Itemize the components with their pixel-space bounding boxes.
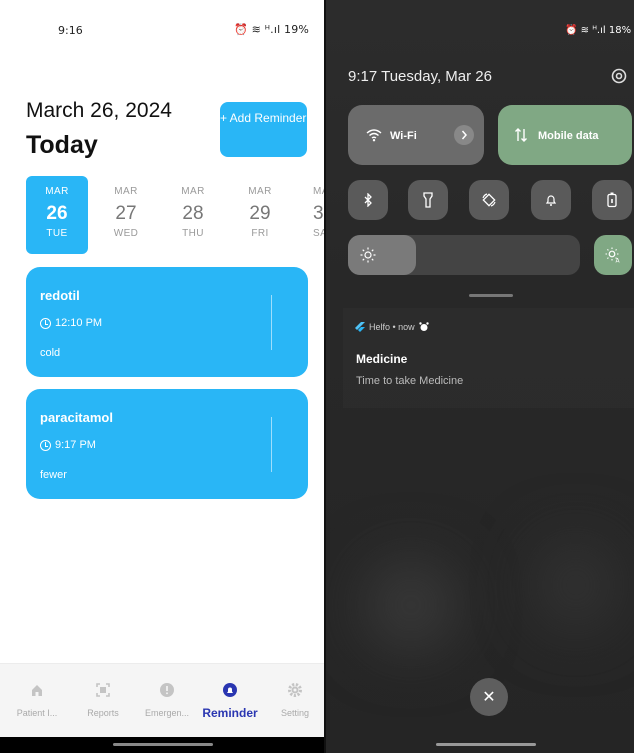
- alarm-icon: [418, 322, 429, 331]
- nav-reminder[interactable]: Reminder: [199, 664, 261, 720]
- nav-label: Patient I...: [16, 708, 58, 718]
- nav-label: Reminder: [202, 706, 258, 720]
- gear-icon: [288, 683, 302, 697]
- date-weekday: TUE: [46, 228, 68, 239]
- notification-body: Time to take Medicine: [356, 375, 464, 387]
- date-strip: MAR 26 TUE MAR 27 WED MAR 28 THU MAR 29 …: [26, 176, 326, 254]
- nav-label: Setting: [280, 708, 310, 718]
- add-reminder-button[interactable]: + Add Reminder: [220, 102, 307, 157]
- reminder-time: 12:10 PM: [40, 317, 102, 329]
- home-indicator[interactable]: [436, 743, 536, 746]
- screen: 9:16 ⏰ ≋ ᴴ.ıl 19% March 26, 2024 Today +…: [0, 0, 634, 753]
- nav-setting[interactable]: Setting: [264, 664, 326, 718]
- quick-settings-datetime: 9:17 Tuesday, Mar 26: [348, 68, 492, 85]
- reminder-card[interactable]: redotil 12:10 PM cold: [26, 267, 308, 377]
- brightness-fill: [348, 235, 416, 275]
- bottom-navigation: Patient I... Reports Emergen... Reminder…: [0, 663, 326, 737]
- sound-toggle[interactable]: [531, 180, 571, 220]
- notification-app-row: Helfo • now: [355, 322, 429, 332]
- auto-rotate-toggle[interactable]: [469, 180, 509, 220]
- clock-icon: [40, 317, 51, 329]
- settings-gear-icon[interactable]: [610, 67, 628, 85]
- battery-icon: [607, 192, 617, 208]
- auto-brightness-toggle[interactable]: A: [594, 235, 632, 275]
- scan-icon: [96, 683, 110, 697]
- reminder-time-text: 9:17 PM: [55, 439, 96, 451]
- notification-app-name: Helfo • now: [369, 322, 415, 332]
- date-day: 26: [46, 203, 68, 224]
- status-icons: ⏰ ≋ ᴴ.ıl 19%: [234, 23, 310, 36]
- bluetooth-icon: [364, 193, 372, 207]
- reminder-note: cold: [40, 347, 61, 359]
- clear-notifications-button[interactable]: ✕: [470, 678, 508, 716]
- battery-saver-toggle[interactable]: [592, 180, 632, 220]
- close-icon: ✕: [482, 689, 496, 706]
- reminder-title: redotil: [40, 288, 80, 303]
- reminder-time-text: 12:10 PM: [55, 317, 103, 329]
- mobile-data-label: Mobile data: [538, 130, 599, 142]
- status-bar: 9:16 ⏰ ≋ ᴴ.ıl 19%: [0, 0, 326, 60]
- wifi-tile[interactable]: Wi-Fi: [348, 105, 484, 165]
- date-month: MAR: [114, 186, 138, 197]
- gesture-bar: [0, 737, 326, 753]
- home-indicator[interactable]: [113, 743, 213, 746]
- date-item-29[interactable]: MAR 29 FRI: [229, 176, 291, 254]
- notification-card[interactable]: Helfo • now Medicine Time to take Medici…: [343, 308, 634, 408]
- date-day: 27: [115, 203, 137, 224]
- flashlight-icon: [423, 192, 433, 208]
- card-divider: [271, 295, 272, 350]
- wifi-icon: [366, 129, 382, 142]
- nav-label: Emergen...: [144, 708, 190, 718]
- home-icon: [32, 685, 42, 696]
- reminder-card[interactable]: paracitamol 9:17 PM fewer: [26, 389, 308, 499]
- status-icons: ⏰ ≋ ᴴ.ıl 18%: [565, 25, 632, 36]
- date-item-26[interactable]: MAR 26 TUE: [26, 176, 88, 254]
- drag-handle[interactable]: [469, 294, 513, 297]
- wallpaper-blur: [536, 540, 616, 630]
- date-day: 28: [182, 203, 204, 224]
- date-weekday: FRI: [251, 228, 269, 239]
- mobile-data-tile[interactable]: Mobile data: [498, 105, 632, 165]
- reminder-title: paracitamol: [40, 410, 113, 425]
- nav-label: Reports: [87, 708, 119, 718]
- nav-reports[interactable]: Reports: [72, 664, 134, 718]
- rotate-icon: [482, 193, 496, 207]
- reminder-app-screen: 9:16 ⏰ ≋ ᴴ.ıl 19% March 26, 2024 Today +…: [0, 0, 326, 753]
- today-heading: Today: [26, 131, 98, 159]
- date-month: MAR: [181, 186, 205, 197]
- sun-icon: [360, 247, 376, 263]
- bell-icon: [545, 195, 557, 206]
- bluetooth-toggle[interactable]: [348, 180, 388, 220]
- wifi-label: Wi-Fi: [390, 130, 417, 142]
- svg-text:A: A: [616, 258, 621, 264]
- date-item-27[interactable]: MAR 27 WED: [95, 176, 157, 254]
- date-day: 29: [249, 203, 271, 224]
- current-date: March 26, 2024: [26, 99, 172, 122]
- status-time: 9:16: [58, 24, 83, 37]
- flutter-app-icon: [355, 322, 365, 332]
- card-divider: [271, 417, 272, 472]
- notification-shade: ⏰ ≋ ᴴ.ıl 18% 9:17 Tuesday, Mar 26 Wi-Fi …: [326, 0, 634, 753]
- mobile-data-icon: [515, 128, 527, 142]
- date-weekday: THU: [182, 228, 204, 239]
- alert-icon: [160, 683, 174, 697]
- wallpaper-blur: [366, 560, 456, 650]
- flashlight-toggle[interactable]: [408, 180, 448, 220]
- nav-emergency[interactable]: Emergen...: [136, 664, 198, 718]
- nav-patient-info[interactable]: Patient I...: [6, 664, 68, 718]
- date-month: MAR: [248, 186, 272, 197]
- notification-title: Medicine: [356, 352, 408, 366]
- chevron-right-icon[interactable]: [454, 125, 474, 145]
- bell-icon: [223, 683, 237, 697]
- date-month: MAR: [45, 186, 69, 197]
- auto-brightness-icon: A: [605, 247, 621, 263]
- date-item-28[interactable]: MAR 28 THU: [162, 176, 224, 254]
- brightness-slider[interactable]: [348, 235, 580, 275]
- reminder-time: 9:17 PM: [40, 439, 96, 451]
- date-weekday: WED: [113, 228, 139, 239]
- clock-icon: [40, 439, 51, 451]
- reminder-note: fewer: [40, 469, 67, 481]
- date-item-30[interactable]: MA 3 SA: [296, 176, 326, 254]
